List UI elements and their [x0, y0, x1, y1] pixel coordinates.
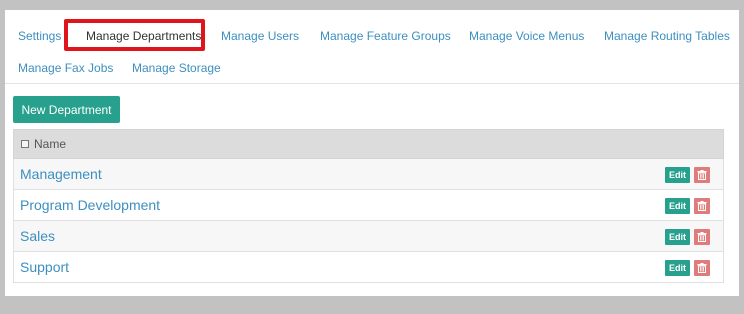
tab-manage-routing-tables[interactable]: Manage Routing Tables — [604, 29, 730, 43]
table-row: Management Edit — [13, 159, 724, 190]
delete-button[interactable] — [694, 260, 710, 276]
department-name-link[interactable]: Sales — [20, 228, 55, 244]
trash-icon — [697, 201, 707, 211]
tab-manage-storage[interactable]: Manage Storage — [132, 61, 221, 75]
tab-navigation: Settings Manage Departments Manage Users… — [5, 10, 739, 84]
departments-table: Name Management Edit Program Development… — [13, 129, 724, 283]
name-column-header[interactable]: Name — [34, 137, 66, 151]
table-row: Support Edit — [13, 252, 724, 283]
table-row: Sales Edit — [13, 221, 724, 252]
trash-icon — [697, 170, 707, 180]
table-row: Program Development Edit — [13, 190, 724, 221]
department-name-link[interactable]: Support — [20, 259, 69, 275]
delete-button[interactable] — [694, 198, 710, 214]
edit-button[interactable]: Edit — [665, 229, 690, 245]
page-frame: Settings Manage Departments Manage Users… — [0, 0, 744, 314]
edit-button[interactable]: Edit — [665, 167, 690, 183]
trash-icon — [697, 263, 707, 273]
trash-icon — [697, 232, 707, 242]
edit-button[interactable]: Edit — [665, 260, 690, 276]
tab-manage-feature-groups[interactable]: Manage Feature Groups — [320, 29, 451, 43]
edit-button[interactable]: Edit — [665, 198, 690, 214]
tab-manage-fax-jobs[interactable]: Manage Fax Jobs — [18, 61, 113, 75]
delete-button[interactable] — [694, 229, 710, 245]
department-name-link[interactable]: Management — [20, 166, 102, 182]
tab-settings[interactable]: Settings — [18, 29, 61, 43]
new-department-button[interactable]: New Department — [13, 96, 120, 123]
tab-manage-users[interactable]: Manage Users — [221, 29, 299, 43]
tab-manage-departments[interactable]: Manage Departments — [86, 29, 201, 43]
checkbox-icon[interactable] — [21, 140, 29, 148]
tab-manage-voice-menus[interactable]: Manage Voice Menus — [469, 29, 584, 43]
delete-button[interactable] — [694, 167, 710, 183]
department-name-link[interactable]: Program Development — [20, 197, 160, 213]
table-body: Management Edit Program Development Edit — [13, 159, 724, 283]
table-header: Name — [13, 129, 724, 159]
